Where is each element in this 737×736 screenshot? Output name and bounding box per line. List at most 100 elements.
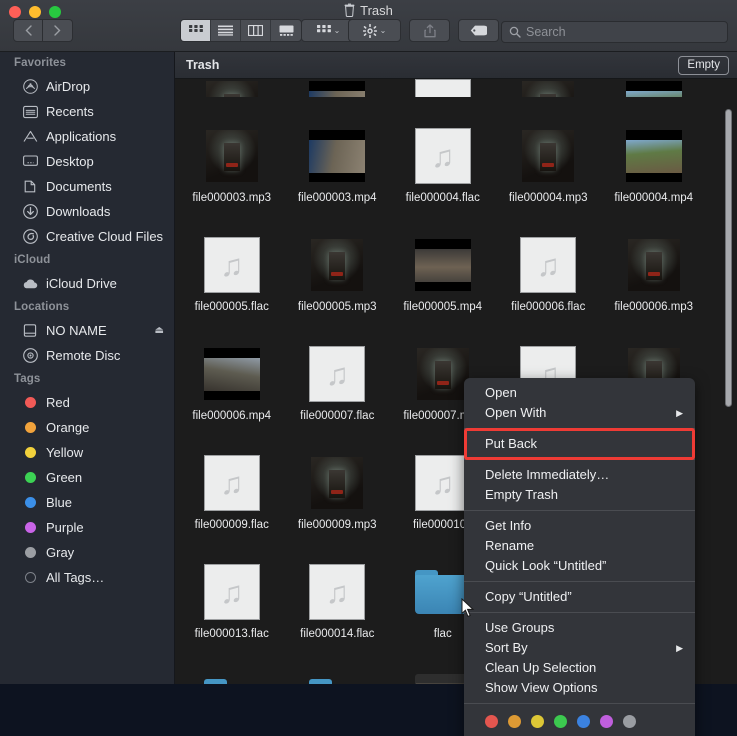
file-thumbnail — [415, 346, 471, 402]
action-menu-button[interactable]: ⌄ — [348, 19, 401, 42]
audio-file-icon: ♫ — [203, 237, 260, 293]
sidebar-item-purple[interactable]: Purple — [0, 515, 174, 540]
file-item[interactable] — [601, 79, 707, 97]
sidebar-item-documents[interactable]: Documents — [0, 174, 174, 199]
icon-view-button[interactable] — [181, 20, 211, 41]
tag-color-swatch[interactable] — [531, 715, 544, 728]
sidebar-item-all-tags[interactable]: All Tags… — [0, 565, 174, 590]
file-name-label: file000007.flac — [300, 410, 375, 422]
file-item[interactable]: ♫ — [390, 79, 496, 97]
file-name-label: file000006.mp4 — [192, 410, 272, 422]
album-art-thumbnail — [522, 81, 575, 97]
chevron-down-icon: ⌄ — [333, 26, 341, 35]
tag-color-swatch[interactable] — [577, 715, 590, 728]
menu-item-label: Clean Up Selection — [485, 660, 597, 675]
menu-item-use-groups[interactable]: Use Groups — [464, 618, 695, 638]
tag-color-swatch[interactable] — [600, 715, 613, 728]
file-item[interactable]: ♫ file000007.flac — [285, 315, 391, 424]
sidebar-item-desktop[interactable]: Desktop — [0, 149, 174, 174]
file-item[interactable]: file000006.mp4 — [179, 315, 285, 424]
sidebar-item-red[interactable]: Red — [0, 390, 174, 415]
menu-item-open[interactable]: Open — [464, 383, 695, 403]
share-icon — [423, 23, 436, 37]
file-thumbnail — [309, 455, 365, 511]
file-item[interactable] — [285, 79, 391, 97]
file-name-label: file000004.mp3 — [508, 192, 588, 204]
sidebar-item-icloud-drive[interactable]: iCloud Drive — [0, 271, 174, 296]
menu-separator — [464, 703, 695, 704]
menu-item-empty-trash[interactable]: Empty Trash — [464, 485, 695, 505]
file-item[interactable]: ♫ file000013.flac — [179, 533, 285, 642]
file-item[interactable]: file000004.mp4 — [601, 97, 707, 206]
file-item[interactable]: file000003.mp3 — [179, 97, 285, 206]
tag-dot — [22, 470, 38, 486]
file-name-label: file000003.mp4 — [297, 192, 377, 204]
file-item[interactable]: psd — [179, 642, 285, 684]
empty-trash-button[interactable]: Empty — [678, 56, 729, 75]
list-view-button[interactable] — [211, 20, 241, 41]
menu-item-rename[interactable]: Rename — [464, 536, 695, 556]
back-button[interactable] — [13, 19, 43, 42]
file-item[interactable]: file000004.mp3 — [496, 97, 602, 206]
movie-thumbnail — [414, 674, 471, 684]
sidebar-item-blue[interactable]: Blue — [0, 490, 174, 515]
file-item[interactable]: file000005.mp4 — [390, 206, 496, 315]
menu-item-put-back[interactable]: Put Back — [464, 434, 695, 454]
file-item[interactable]: ♫ file000005.flac — [179, 206, 285, 315]
file-item[interactable]: file000006.mp3 — [601, 206, 707, 315]
file-thumbnail — [203, 673, 260, 684]
sidebar-item-label: Remote Disc — [46, 348, 121, 363]
menu-item-label: Show View Options — [485, 680, 598, 695]
sidebar-item-yellow[interactable]: Yellow — [0, 440, 174, 465]
file-item[interactable]: ♫ file000004.flac — [390, 97, 496, 206]
menu-item-clean-up-selection[interactable]: Clean Up Selection — [464, 658, 695, 678]
file-item[interactable] — [496, 79, 602, 97]
share-button[interactable] — [409, 19, 450, 42]
sidebar-item-no-name[interactable]: NO NAME ⏏ — [0, 318, 174, 343]
sidebar-item-remote-disc[interactable]: Remote Disc — [0, 343, 174, 368]
menu-item-get-info[interactable]: Get Info — [464, 516, 695, 536]
vertical-scrollbar[interactable] — [725, 109, 732, 407]
column-view-button[interactable] — [241, 20, 271, 41]
sidebar-item-label: Orange — [46, 420, 90, 435]
menu-item-open-with[interactable]: Open With ▶ — [464, 403, 695, 423]
file-item[interactable]: file000005.mp3 — [285, 206, 391, 315]
file-item[interactable] — [179, 79, 285, 97]
menu-item-label: Open With — [485, 405, 547, 420]
edit-tags-button[interactable] — [458, 19, 499, 42]
menu-item-quick-look-untitled[interactable]: Quick Look “Untitled” — [464, 556, 695, 576]
sidebar-item-orange[interactable]: Orange — [0, 415, 174, 440]
file-item[interactable]: rtf — [285, 642, 391, 684]
sidebar-item-recents[interactable]: Recents — [0, 99, 174, 124]
tag-color-swatch[interactable] — [508, 715, 521, 728]
sidebar-item-green[interactable]: Green — [0, 465, 174, 490]
sidebar-item-creative-cloud-files[interactable]: Creative Cloud Files — [0, 224, 174, 249]
sidebar-item-applications[interactable]: Applications — [0, 124, 174, 149]
search-placeholder: Search — [526, 25, 566, 39]
tag-color-swatch[interactable] — [485, 715, 498, 728]
file-name-label: file000005.mp3 — [297, 301, 377, 313]
file-item[interactable]: ♫ file000014.flac — [285, 533, 391, 642]
file-item[interactable]: ♫ file000006.flac — [496, 206, 602, 315]
sidebar-item-label: Documents — [46, 179, 112, 194]
sidebar-item-gray[interactable]: Gray — [0, 540, 174, 565]
file-item[interactable]: ♫ file000009.flac — [179, 424, 285, 533]
menu-item-copy-untitled[interactable]: Copy “Untitled” — [464, 587, 695, 607]
menu-item-sort-by[interactable]: Sort By ▶ — [464, 638, 695, 658]
sidebar-item-downloads[interactable]: Downloads — [0, 199, 174, 224]
tag-dot — [22, 495, 38, 511]
eject-icon[interactable]: ⏏ — [155, 325, 164, 336]
tag-color-swatch[interactable] — [554, 715, 567, 728]
menu-item-delete-immediately[interactable]: Delete Immediately… — [464, 465, 695, 485]
menu-item-show-view-options[interactable]: Show View Options — [464, 678, 695, 698]
tag-color-swatch[interactable] — [623, 715, 636, 728]
sidebar-item-airdrop[interactable]: AirDrop — [0, 74, 174, 99]
file-thumbnail: ♫ — [309, 346, 366, 402]
file-item[interactable]: file000009.mp3 — [285, 424, 391, 533]
applications-icon — [22, 129, 38, 145]
search-field[interactable]: Search — [501, 21, 728, 43]
gallery-view-button[interactable] — [271, 20, 301, 41]
file-item[interactable]: file000003.mp4 — [285, 97, 391, 206]
sidebar-section-header: iCloud — [14, 254, 51, 266]
forward-button[interactable] — [43, 19, 73, 42]
